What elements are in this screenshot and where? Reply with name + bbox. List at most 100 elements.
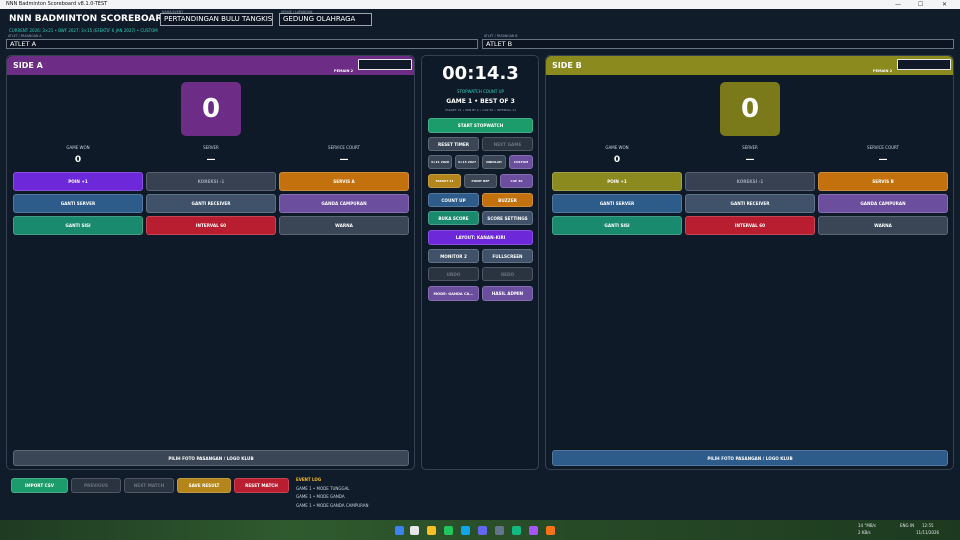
athlete-a-input[interactable]: ATLET A [6,39,478,49]
network-speed-down: 2 KB/s [858,530,871,535]
event-log-item: GAME 1 • MODE GANDA [296,494,345,499]
terminal-icon[interactable] [495,526,504,535]
side-b-game-won-label: GAME WON [605,145,629,150]
close-icon[interactable]: ✕ [942,0,947,9]
side-a-score: 0 [181,82,241,136]
reset-match-button[interactable]: RESET MATCH [234,478,289,493]
language-indicator[interactable]: ENG IN [900,523,914,528]
side-b-ganti-sisi-button[interactable]: GANTI SISI [552,216,682,235]
count-up-button[interactable]: COUNT UP [428,193,479,207]
save-result-button[interactable]: SAVE RESULT [177,478,231,493]
side-b-pemain-input[interactable] [897,59,951,70]
cap-button[interactable]: CAP 30 [500,174,533,188]
side-a-game-won: 0 [74,155,82,165]
side-b-ganda-campuran-button[interactable]: GANDA CAMPURAN [818,194,948,213]
side-a-koreksi-button[interactable]: KOREKSI -1 [146,172,276,191]
athlete-a-label: ATLET / PASANGAN A [8,34,42,38]
side-b-warna-button[interactable]: WARNA [818,216,948,235]
mode-button[interactable]: MODE: GANDA CA... [428,286,479,301]
rules-info: CURRENT 2026: 3×21 • BWF 2027: 3×15 (EFE… [9,28,158,33]
preset-2026-button[interactable]: 3×21 2026 [428,155,452,169]
event-log-item: GAME 1 • MODE TUNGGAL [296,486,350,491]
side-b-pilih-foto-button[interactable]: PILIH FOTO PASANGAN / LOGO KLUB [552,450,948,466]
side-a-poin-button[interactable]: POIN +1 [13,172,143,191]
side-a-pemain-input[interactable] [358,59,412,70]
buzzer-button[interactable]: BUZZER [482,193,533,207]
game-info: GAME 1 • BEST OF 3 [446,98,515,105]
side-a-pilih-foto-button[interactable]: PILIH FOTO PASANGAN / LOGO KLUB [13,450,409,466]
undo-button[interactable]: UNDO [428,267,479,281]
stopwatch-mode: STOPWATCH COUNT UP [457,89,504,94]
reset-timer-button[interactable]: RESET TIMER [428,137,479,151]
side-b-koreksi-button[interactable]: KOREKSI -1 [685,172,815,191]
event-input[interactable]: PERTANDINGAN BULU TANGKIS [160,13,273,26]
athlete-b-label: ATLET / PASANGAN B [484,34,518,38]
start-stopwatch-button[interactable]: START STOPWATCH [428,118,533,133]
app-title: NNN BADMINTON SCOREBOARD [9,14,170,24]
window-titlebar: NNN Badminton Scoreboard v8.1.0-TEST — ☐… [0,0,960,9]
point-ref-button[interactable]: POINT REF [464,174,497,188]
venue-input[interactable]: GEDUNG OLAHRAGA [279,13,372,26]
monitor-button[interactable]: MONITOR 2 [428,249,479,263]
side-b-service-court-label: SERVICE COURT [867,145,899,150]
event-log-item: GAME 1 • MODE GANDA CAMPURAN [296,503,369,508]
clock-time[interactable]: 12:55 [922,523,934,528]
preset-custom-button[interactable]: CUSTOM [509,155,533,169]
event-log-title: EVENT LOG [296,477,322,482]
fullscreen-button[interactable]: FULLSCREEN [482,249,533,263]
settings-icon[interactable] [546,526,555,535]
side-b-score: 0 [720,82,780,136]
maximize-icon[interactable]: ☐ [918,0,923,9]
side-b-game-won: 0 [613,155,621,165]
side-a-service-court: — [339,155,349,165]
side-a-warna-button[interactable]: WARNA [279,216,409,235]
side-a-pemain-label: PEMAIN 2 [334,69,354,73]
next-game-button[interactable]: NEXT GAME [482,137,533,151]
layout-button[interactable]: LAYOUT: KANAN–KIRI [428,230,533,245]
side-b-ganti-server-button[interactable]: GANTI SERVER [552,194,682,213]
clock-date[interactable]: 11/11/2026 [916,530,939,535]
side-a-service-court-label: SERVICE COURT [328,145,360,150]
target-button[interactable]: TARGET 21 [428,174,461,188]
match-timer: 00:14.3 [442,63,519,84]
browser-icon[interactable] [444,526,453,535]
side-a-server: — [206,155,216,165]
score-settings-button[interactable]: SCORE SETTINGS [482,211,533,225]
side-b-panel: SIDE B PEMAIN 2 0 GAME WON 0 SERVER — SE… [545,55,954,470]
side-a-ganda-campuran-button[interactable]: GANDA CAMPURAN [279,194,409,213]
previous-button[interactable]: PREVIOUS [71,478,121,493]
search-icon[interactable] [410,526,419,535]
side-b-ganti-receiver-button[interactable]: GANTI RECEIVER [685,194,815,213]
buka-score-button[interactable]: BUKA SCORE [428,211,479,225]
preset-2027-button[interactable]: 3×15 2027 [455,155,479,169]
side-b-interval-button[interactable]: INTERVAL 60 [685,216,815,235]
start-icon[interactable] [395,526,404,535]
side-a-ganti-receiver-button[interactable]: GANTI RECEIVER [146,194,276,213]
side-a-ganti-sisi-button[interactable]: GANTI SISI [13,216,143,235]
window-title: NNN Badminton Scoreboard v8.1.0-TEST [6,1,108,7]
edge-icon[interactable] [461,526,470,535]
side-b-pemain-label: PEMAIN 2 [873,69,893,73]
side-a-interval-button[interactable]: INTERVAL 60 [146,216,276,235]
side-a-server-label: SERVER [203,145,219,150]
preset-indolah-button[interactable]: INDOLAH [482,155,506,169]
scoreboard-app-icon[interactable] [529,526,538,535]
folder-icon[interactable] [427,526,436,535]
side-b-poin-button[interactable]: POIN +1 [552,172,682,191]
app-icon[interactable] [478,526,487,535]
side-b-servis-button[interactable]: SERVIS B [818,172,948,191]
side-a-servis-button[interactable]: SERVIS A [279,172,409,191]
side-b-service-court: — [878,155,888,165]
side-b-server-label: SERVER [742,145,758,150]
hasil-admin-button[interactable]: HASIL ADMIN [482,286,533,301]
athlete-b-input[interactable]: ATLET B [482,39,954,49]
side-a-ganti-server-button[interactable]: GANTI SERVER [13,194,143,213]
side-a-game-won-label: GAME WON [66,145,90,150]
side-b-server: — [745,155,755,165]
redo-button[interactable]: REDO [482,267,533,281]
store-icon[interactable] [512,526,521,535]
import-csv-button[interactable]: IMPORT CSV [11,478,68,493]
next-match-button[interactable]: NEXT MATCH [124,478,174,493]
minimize-icon[interactable]: — [895,0,901,9]
side-b-title: SIDE B [552,61,582,70]
